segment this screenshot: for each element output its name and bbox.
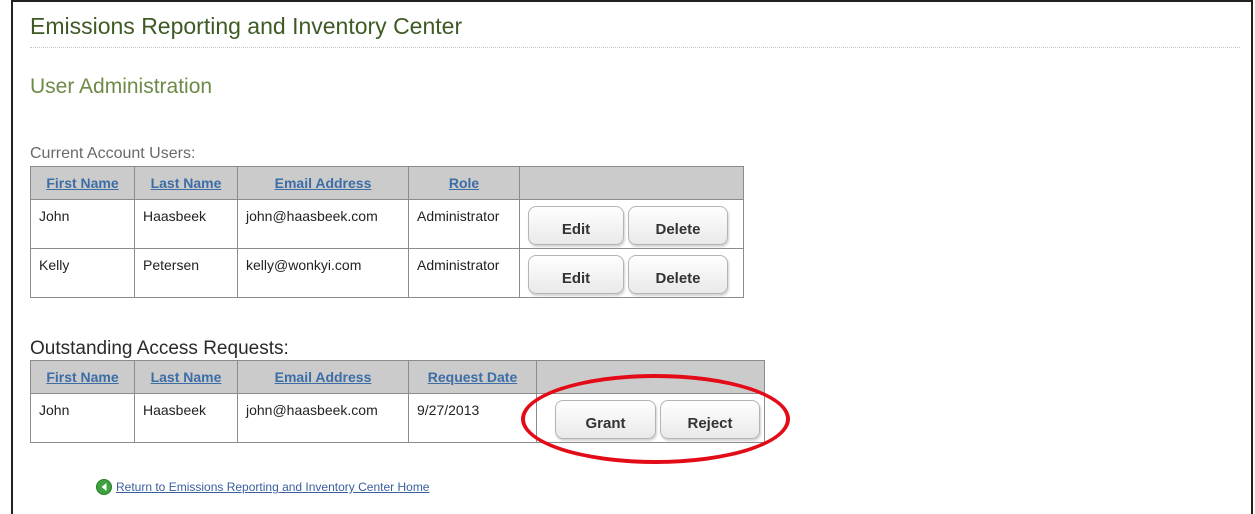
grant-button[interactable]: Grant [555,400,656,439]
table-row: John Haasbeek john@haasbeek.com Administ… [30,199,744,249]
edit-button[interactable]: Edit [528,255,624,294]
table-row: Kelly Petersen kelly@wonkyi.com Administ… [30,248,744,298]
table-header-row: First Name Last Name Email Address Reque… [30,360,765,394]
current-users-table: First Name Last Name Email Address Role … [30,166,744,298]
cell-actions: Edit Delete [519,199,744,249]
cell-last-name: Petersen [134,248,238,298]
cell-role: Administrator [408,199,520,249]
sort-link-first-name[interactable]: First Name [46,175,118,191]
sort-link-email[interactable]: Email Address [275,369,372,385]
column-header-actions [536,360,765,394]
cell-actions: Edit Delete [519,248,744,298]
cell-last-name: Haasbeek [134,199,238,249]
page-title: User Administration [30,75,213,98]
column-header-email[interactable]: Email Address [237,166,409,200]
access-requests-caption: Outstanding Access Requests: [30,338,289,359]
cell-last-name: Haasbeek [134,393,238,443]
column-header-last-name[interactable]: Last Name [134,166,238,200]
edit-button[interactable]: Edit [528,206,624,245]
sort-link-last-name[interactable]: Last Name [151,175,222,191]
sort-link-role[interactable]: Role [449,175,479,191]
column-header-email[interactable]: Email Address [237,360,409,394]
sort-link-email[interactable]: Email Address [275,175,372,191]
cell-actions: Grant Reject [536,393,765,443]
return-home-link[interactable]: Return to Emissions Reporting and Invent… [116,480,429,494]
return-home-row[interactable]: Return to Emissions Reporting and Invent… [96,479,429,495]
cell-email: kelly@wonkyi.com [237,248,409,298]
cell-request-date: 9/27/2013 [408,393,537,443]
delete-button[interactable]: Delete [628,206,728,245]
access-requests-table: First Name Last Name Email Address Reque… [30,360,765,443]
cell-role: Administrator [408,248,520,298]
table-row: John Haasbeek john@haasbeek.com 9/27/201… [30,393,765,443]
title-divider [30,47,1240,48]
cell-first-name: John [30,199,135,249]
sort-link-request-date[interactable]: Request Date [428,369,517,385]
column-header-role[interactable]: Role [408,166,520,200]
column-header-request-date[interactable]: Request Date [408,360,537,394]
cell-email: john@haasbeek.com [237,393,409,443]
cell-first-name: Kelly [30,248,135,298]
cell-email: john@haasbeek.com [237,199,409,249]
back-arrow-circle-icon[interactable] [96,479,112,495]
current-users-caption: Current Account Users: [30,145,196,162]
column-header-last-name[interactable]: Last Name [134,360,238,394]
delete-button[interactable]: Delete [628,255,728,294]
column-header-actions [519,166,744,200]
sort-link-last-name[interactable]: Last Name [151,369,222,385]
reject-button[interactable]: Reject [660,400,760,439]
table-header-row: First Name Last Name Email Address Role [30,166,744,200]
column-header-first-name[interactable]: First Name [30,360,135,394]
app-title: Emissions Reporting and Inventory Center [30,13,463,39]
sort-link-first-name[interactable]: First Name [46,369,118,385]
column-header-first-name[interactable]: First Name [30,166,135,200]
cell-first-name: John [30,393,135,443]
